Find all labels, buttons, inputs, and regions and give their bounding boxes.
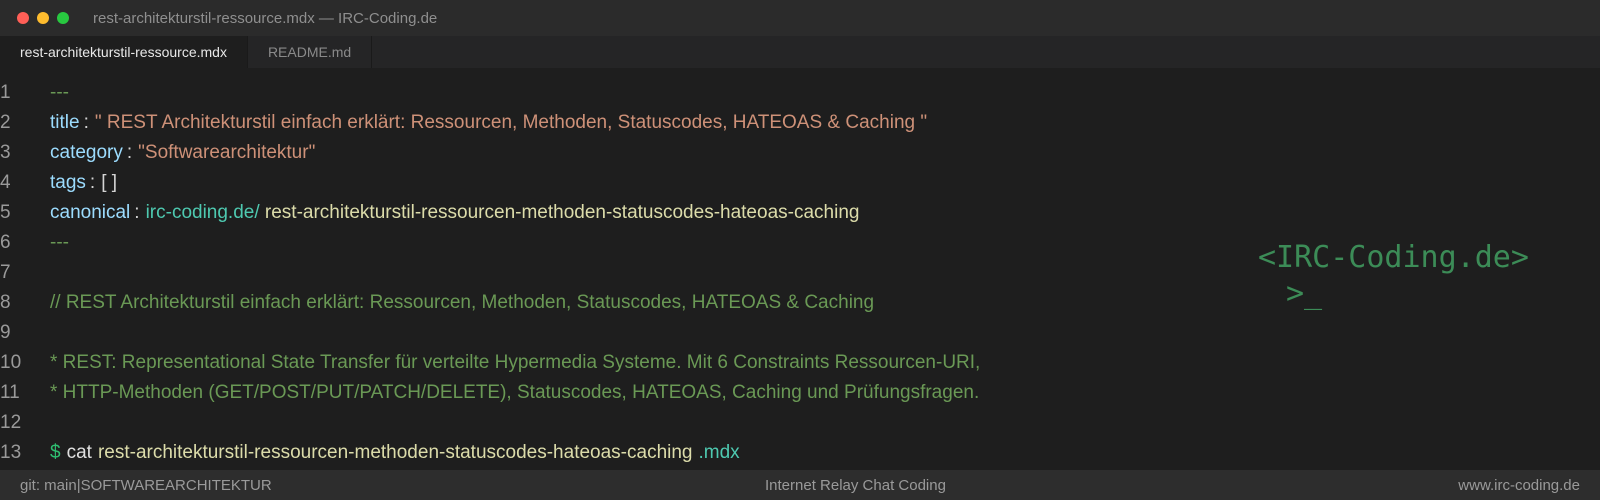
frontmatter-delimiter: --- — [50, 82, 69, 103]
code-line: 4 tags : [ ] — [0, 168, 1600, 198]
irc-coding-logo: <IRC-Coding.de> >_ — [1258, 240, 1529, 312]
colon: : — [126, 142, 133, 163]
line-number: 9 — [0, 322, 11, 343]
code-line: 11 * HTTP-Methoden (GET/POST/PUT/PATCH/D… — [0, 378, 1600, 408]
minimize-window-button[interactable] — [37, 12, 49, 24]
frontmatter-delimiter: --- — [50, 232, 69, 253]
logo-text: <IRC-Coding.de> — [1258, 240, 1529, 275]
shell-prompt: $ — [50, 442, 61, 463]
line-number: 13 — [0, 442, 22, 463]
status-category: SOFTWAREARCHITEKTUR — [80, 477, 272, 494]
code-line: 3 category : "Softwarearchitektur" — [0, 138, 1600, 168]
description-line: * HTTP-Methoden (GET/POST/PUT/PATCH/DELE… — [50, 382, 980, 403]
window-title: rest-architekturstil-ressource.mdx — IRC… — [93, 9, 438, 27]
tab-label: README.md — [267, 44, 352, 60]
line-number: 2 — [0, 112, 11, 133]
category-key: category — [50, 142, 123, 163]
canonical-domain: irc-coding.de/ — [145, 202, 260, 223]
category-value: "Softwarearchitektur" — [138, 142, 316, 163]
code-line: 5 canonical : irc-coding.de/ rest-archit… — [0, 198, 1600, 228]
line-number: 3 — [0, 142, 11, 163]
git-branch[interactable]: git: main — [20, 477, 77, 494]
window-controls — [17, 12, 69, 24]
terminal-cursor-icon: >_ — [1286, 276, 1323, 311]
line-number: 10 — [0, 352, 22, 373]
status-left: git: main|SOFTWAREARCHITEKTUR — [20, 477, 272, 494]
maximize-window-button[interactable] — [57, 12, 69, 24]
tab-rest-architekturstil[interactable]: rest-architekturstil-ressource.mdx — [0, 36, 248, 68]
line-number: 6 — [0, 232, 11, 253]
title-value: " REST Architekturstil einfach erklärt: … — [94, 112, 928, 133]
colon: : — [83, 112, 89, 133]
shell-command: cat — [66, 442, 92, 463]
status-bar: git: main|SOFTWAREARCHITEKTUR Internet R… — [0, 470, 1600, 500]
heading-comment: // REST Architekturstil einfach erklärt:… — [50, 292, 875, 313]
code-line: 13 $ cat rest-architekturstil-ressourcen… — [0, 438, 1600, 468]
status-center: Internet Relay Chat Coding — [765, 477, 946, 494]
line-number: 8 — [0, 292, 11, 313]
tags-value: [ ] — [101, 172, 118, 193]
tab-readme[interactable]: README.md — [248, 36, 373, 68]
line-number: 5 — [0, 202, 11, 223]
tab-label: rest-architekturstil-ressource.mdx — [20, 44, 227, 60]
code-line: 2 title : " REST Architekturstil einfach… — [0, 108, 1600, 138]
canonical-path: rest-architekturstil-ressourcen-methoden… — [259, 202, 860, 223]
canonical-key: canonical — [50, 202, 131, 223]
line-number: 7 — [0, 262, 11, 283]
line-number: 4 — [0, 172, 11, 193]
code-line: 1 --- — [0, 78, 1600, 108]
colon: : — [89, 172, 96, 193]
tags-key: tags — [50, 172, 86, 193]
title-key: title — [50, 112, 80, 133]
code-line: 10 * REST: Representational State Transf… — [0, 348, 1600, 378]
line-number: 1 — [0, 82, 11, 103]
status-website[interactable]: www.irc-coding.de — [1458, 477, 1580, 494]
line-number: 12 — [0, 412, 22, 433]
line-number: 11 — [0, 382, 20, 403]
title-bar: rest-architekturstil-ressource.mdx — IRC… — [0, 0, 1600, 36]
code-line: 12 — [0, 408, 1600, 438]
tab-bar: rest-architekturstil-ressource.mdx READM… — [0, 36, 1600, 68]
code-line: 9 — [0, 318, 1600, 348]
command-file: rest-architekturstil-ressourcen-methoden… — [97, 442, 693, 463]
command-extension: .mdx — [698, 442, 740, 463]
colon: : — [134, 202, 140, 223]
description-line: * REST: Representational State Transfer … — [50, 352, 981, 373]
close-window-button[interactable] — [17, 12, 29, 24]
